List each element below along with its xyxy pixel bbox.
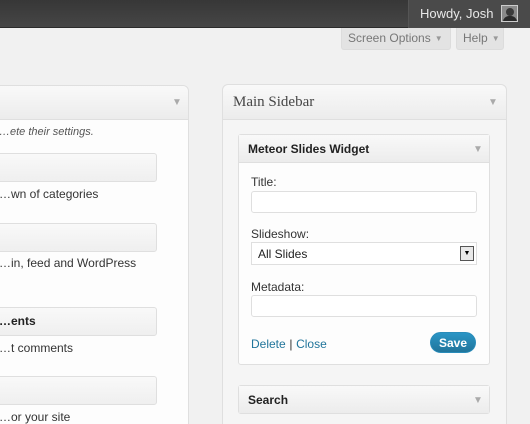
user-menu[interactable]: Howdy, Josh [408,0,530,28]
triangle-down-icon[interactable]: ▼ [473,395,483,406]
triangle-down-icon: ▼ [491,34,500,43]
available-widgets-description: …ete their settings. [0,126,94,138]
help-label: Help [463,31,488,45]
widget-item-description: …t comments [0,341,74,355]
title-input[interactable] [251,191,477,213]
widget-item-description: …in, feed and WordPress [0,256,137,270]
widget-item[interactable] [0,153,157,182]
main-sidebar-header[interactable]: Main Sidebar ▼ [223,85,506,120]
main-sidebar-panel: Main Sidebar ▼ Meteor Slides Widget ▼ Ti… [222,84,507,424]
metadata-field-label: Metadata: [251,280,305,294]
main-sidebar-title: Main Sidebar [233,94,315,110]
triangle-down-icon[interactable]: ▼ [172,97,182,108]
title-field-label: Title: [251,175,277,189]
meteor-slides-widget: Meteor Slides Widget ▼ Title: Slideshow:… [238,134,490,365]
available-widgets-panel: ▼ …ete their settings. …wn of categories… [0,85,189,424]
slideshow-field-label: Slideshow: [251,227,310,241]
slideshow-select[interactable]: All Slides ▼ [251,242,477,265]
metadata-input[interactable] [251,295,477,317]
meteor-slides-widget-header[interactable]: Meteor Slides Widget ▼ [239,135,489,163]
save-button[interactable]: Save [430,332,476,353]
widget-item-description: …wn of categories [0,187,99,201]
triangle-down-icon[interactable]: ▼ [488,97,498,108]
widget-item[interactable]: …ents [0,307,157,336]
user-avatar-icon[interactable] [501,5,518,22]
widget-item-description: …or your site [0,410,71,424]
meteor-slides-widget-title: Meteor Slides Widget [248,142,370,156]
widget-item[interactable] [0,223,157,252]
help-button[interactable]: Help ▼ [456,28,504,50]
search-widget-title: Search [248,393,289,407]
screen-options-button[interactable]: Screen Options ▼ [341,28,451,50]
separator: | [289,337,293,351]
search-widget-header[interactable]: Search ▼ [239,386,489,413]
close-link[interactable]: Close [296,337,327,351]
delete-link[interactable]: Delete [251,337,286,351]
triangle-down-icon: ▼ [434,34,443,43]
widget-item-title: …ents [0,314,36,328]
search-widget[interactable]: Search ▼ [238,385,490,414]
chevron-down-icon[interactable]: ▼ [460,246,474,261]
screen-options-label: Screen Options [348,31,431,45]
widget-control-actions: Delete | Close [251,336,327,351]
admin-bar: Howdy, Josh [0,0,530,28]
howdy-text[interactable]: Howdy, Josh [420,6,493,21]
triangle-down-icon[interactable]: ▼ [473,144,483,155]
available-widgets-header[interactable]: ▼ [0,86,188,120]
slideshow-selected-value: All Slides [258,247,308,261]
widget-item[interactable] [0,376,157,405]
